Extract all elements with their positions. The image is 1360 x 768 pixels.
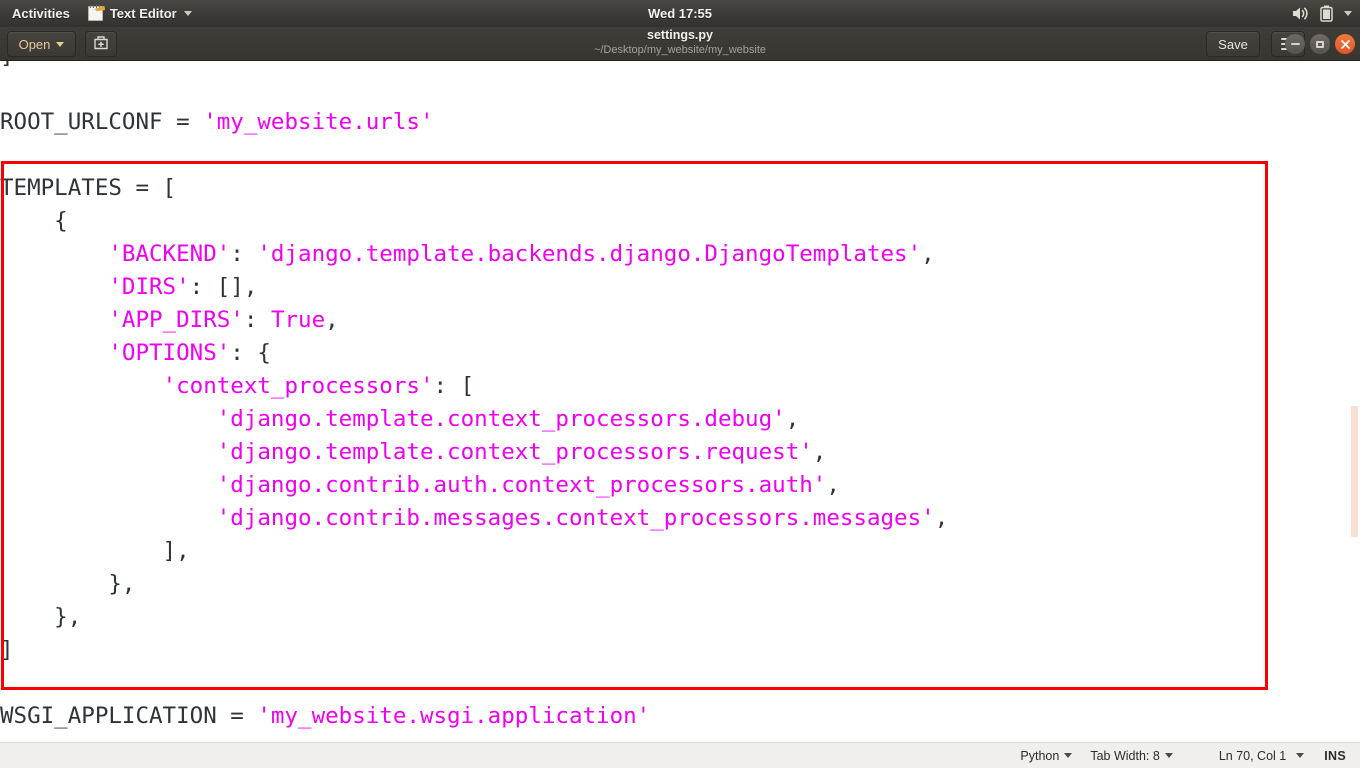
chevron-down-icon — [56, 41, 65, 47]
cursor-position[interactable]: Ln 70, Col 1 — [1219, 749, 1286, 763]
code-line: 'OPTIONS': { — [108, 340, 271, 366]
code-line: 'django.template.context_processors.requ… — [216, 439, 827, 465]
code-line: ] — [0, 637, 14, 663]
battery-icon — [1320, 5, 1333, 22]
code-editor-area[interactable]: ] ROOT_URLCONF = 'my_website.urls' TEMPL… — [0, 61, 1360, 742]
app-menu-button[interactable]: Text Editor — [80, 0, 200, 27]
code-line: ], — [0, 538, 190, 564]
page-title: settings.py — [647, 28, 713, 42]
code-line: TEMPLATES = [ — [0, 175, 177, 201]
activities-button[interactable]: Activities — [0, 0, 80, 27]
save-as-button[interactable] — [85, 31, 117, 57]
notepad-icon — [87, 5, 103, 21]
chevron-down-icon[interactable] — [1296, 753, 1305, 758]
code-line: 'APP_DIRS': True, — [108, 307, 339, 333]
cursor-position-label: Ln 70, Col 1 — [1218, 748, 1287, 763]
clock[interactable]: Wed 17:55 — [0, 6, 1360, 21]
tab-width-label: Tab Width: 8 — [1090, 748, 1160, 763]
code-line: WSGI_APPLICATION = 'my_website.wsgi.appl… — [0, 703, 651, 729]
maximize-button[interactable] — [1310, 34, 1330, 54]
open-button-label: Open — [18, 36, 51, 52]
volume-icon — [1292, 6, 1309, 21]
insert-mode-indicator[interactable]: INS — [1324, 749, 1346, 763]
tab-width-selector[interactable]: Tab Width: 8 — [1090, 748, 1173, 763]
code-line: }, — [0, 604, 82, 630]
code-line: ROOT_URLCONF = 'my_website.urls' — [0, 109, 434, 135]
code-line: 'BACKEND': 'django.template.backends.dja… — [108, 241, 935, 267]
file-path-subtitle: ~/Desktop/my_website/my_website — [593, 44, 767, 56]
source-code[interactable]: ] ROOT_URLCONF = 'my_website.urls' TEMPL… — [0, 61, 948, 733]
vertical-scrollbar[interactable] — [1351, 406, 1358, 537]
chevron-down-icon — [1064, 753, 1073, 758]
window-controls — [1285, 34, 1355, 54]
app-menu-label: Text Editor — [109, 6, 177, 21]
window-title-block: settings.py ~/Desktop/my_website/my_webs… — [0, 28, 1360, 57]
code-line: 'django.contrib.messages.context_process… — [216, 505, 949, 531]
code-line: ] — [0, 61, 948, 73]
chevron-down-icon — [183, 11, 192, 16]
close-button[interactable] — [1335, 34, 1355, 54]
status-bar: Python Tab Width: 8 Ln 70, Col 1 INS — [0, 742, 1360, 768]
save-as-icon — [93, 35, 109, 54]
code-line: }, — [0, 571, 136, 597]
system-status-area[interactable] — [1292, 0, 1352, 27]
activities-label: Activities — [12, 6, 70, 21]
code-line: 'DIRS': [], — [108, 274, 258, 300]
code-line: 'context_processors': [ — [162, 373, 475, 399]
save-button[interactable]: Save — [1206, 31, 1260, 57]
minimize-button[interactable] — [1285, 34, 1305, 54]
chevron-down-icon — [1164, 753, 1173, 758]
language-selector[interactable]: Python — [1020, 748, 1073, 763]
chevron-down-icon — [1344, 11, 1352, 16]
code-line: { — [0, 208, 68, 234]
gnome-top-bar: Activities Text Editor Wed 17:55 — [0, 0, 1360, 27]
insert-mode-label: INS — [1324, 748, 1346, 763]
window-title-bar: Open settings.py ~/Desktop/my_website/my… — [0, 27, 1360, 61]
open-button[interactable]: Open — [7, 31, 76, 57]
save-button-label: Save — [1218, 36, 1248, 52]
code-line: 'django.contrib.auth.context_processors.… — [216, 472, 840, 498]
code-line: 'django.template.context_processors.debu… — [216, 406, 800, 432]
language-label: Python — [1020, 748, 1060, 763]
